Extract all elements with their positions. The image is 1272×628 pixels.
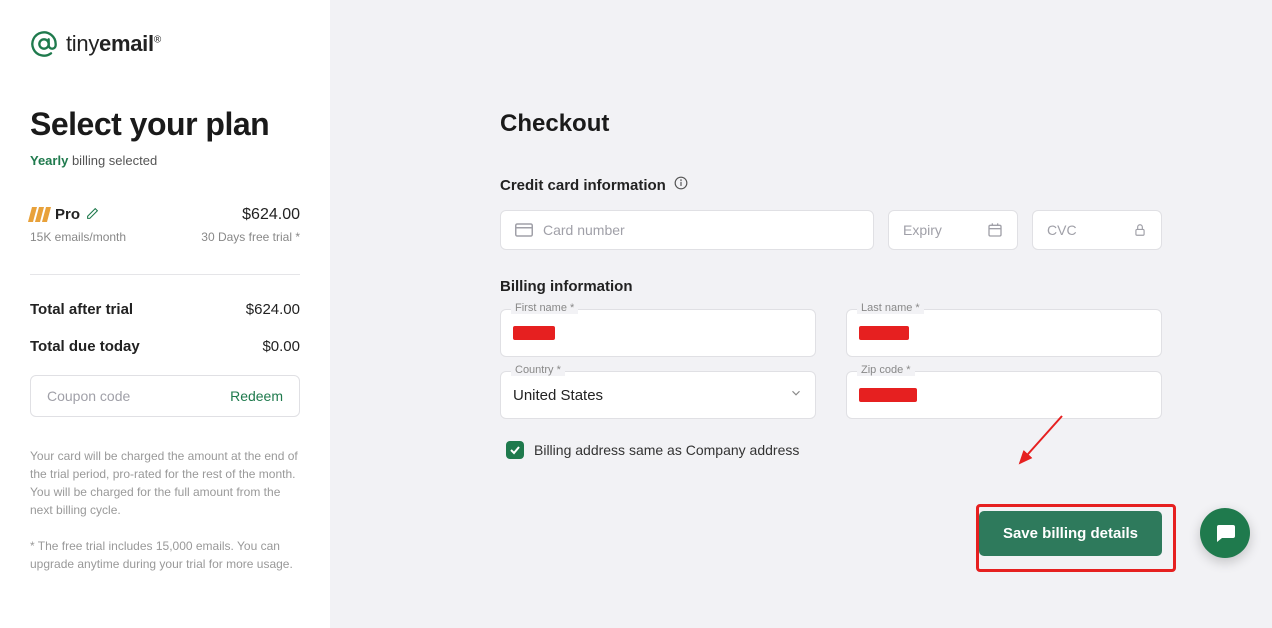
brand-text: tinyemail® (66, 31, 161, 57)
first-name-value-redacted (513, 326, 555, 340)
expiry-input[interactable] (903, 222, 987, 238)
cc-input-row (500, 210, 1162, 250)
charge-note: Your card will be charged the amount at … (30, 447, 300, 519)
plan-price: $624.00 (242, 206, 300, 224)
country-value: United States (513, 387, 603, 404)
brand-at-icon (30, 30, 58, 58)
redeem-button[interactable]: Redeem (230, 388, 283, 404)
billing-section-title: Billing information (500, 278, 1162, 295)
expiry-field[interactable] (888, 210, 1018, 250)
info-icon[interactable] (674, 176, 688, 194)
plan-subinfo: 15K emails/month 30 Days free trial * (30, 230, 300, 244)
last-name-field[interactable]: Last name * (846, 309, 1162, 357)
annotation-highlight-box (976, 504, 1176, 572)
save-button-wrap: Save billing details (500, 511, 1162, 556)
first-name-field[interactable]: First name * (500, 309, 816, 357)
billing-form-grid: First name * Last name * Country * Unite… (500, 309, 1162, 419)
card-number-field[interactable] (500, 210, 874, 250)
country-field[interactable]: Country * United States (500, 371, 816, 419)
coupon-field[interactable]: Redeem (30, 375, 300, 417)
zip-field[interactable]: Zip code * (846, 371, 1162, 419)
cvc-input[interactable] (1047, 222, 1133, 238)
last-name-value-redacted (859, 326, 909, 340)
checkout-panel: Checkout Credit card information (320, 0, 1272, 628)
card-icon (515, 223, 533, 237)
lock-icon (1133, 222, 1147, 238)
plan-name: Pro (30, 206, 99, 223)
country-label: Country * (511, 364, 565, 376)
cc-section-title: Credit card information (500, 176, 1162, 194)
coupon-input[interactable] (47, 388, 230, 404)
billing-cycle-note: Yearly billing selected (30, 153, 300, 168)
card-number-input[interactable] (543, 222, 859, 238)
divider (30, 274, 300, 275)
cvc-field[interactable] (1032, 210, 1162, 250)
total-after-trial-row: Total after trial $624.00 (30, 301, 300, 318)
page-title: Select your plan (30, 106, 300, 143)
zip-label: Zip code * (857, 364, 915, 376)
brand-logo: tinyemail® (30, 30, 300, 58)
plan-tier-icon (28, 207, 51, 222)
total-due-today-row: Total due today $0.00 (30, 338, 300, 355)
first-name-label: First name * (511, 302, 578, 314)
edit-plan-icon[interactable] (86, 207, 99, 223)
trial-note: * The free trial includes 15,000 emails.… (30, 537, 300, 573)
sidebar: tinyemail® Select your plan Yearly billi… (0, 0, 330, 628)
same-address-row[interactable]: Billing address same as Company address (500, 441, 1162, 459)
chevron-down-icon (789, 386, 803, 405)
plan-row: Pro $624.00 (30, 206, 300, 224)
zip-value-redacted (859, 388, 917, 402)
checkbox-checked-icon[interactable] (506, 441, 524, 459)
same-address-label: Billing address same as Company address (534, 442, 799, 458)
chat-launcher-button[interactable] (1200, 508, 1250, 558)
checkout-title: Checkout (500, 110, 1162, 138)
calendar-icon (987, 222, 1003, 238)
last-name-label: Last name * (857, 302, 924, 314)
